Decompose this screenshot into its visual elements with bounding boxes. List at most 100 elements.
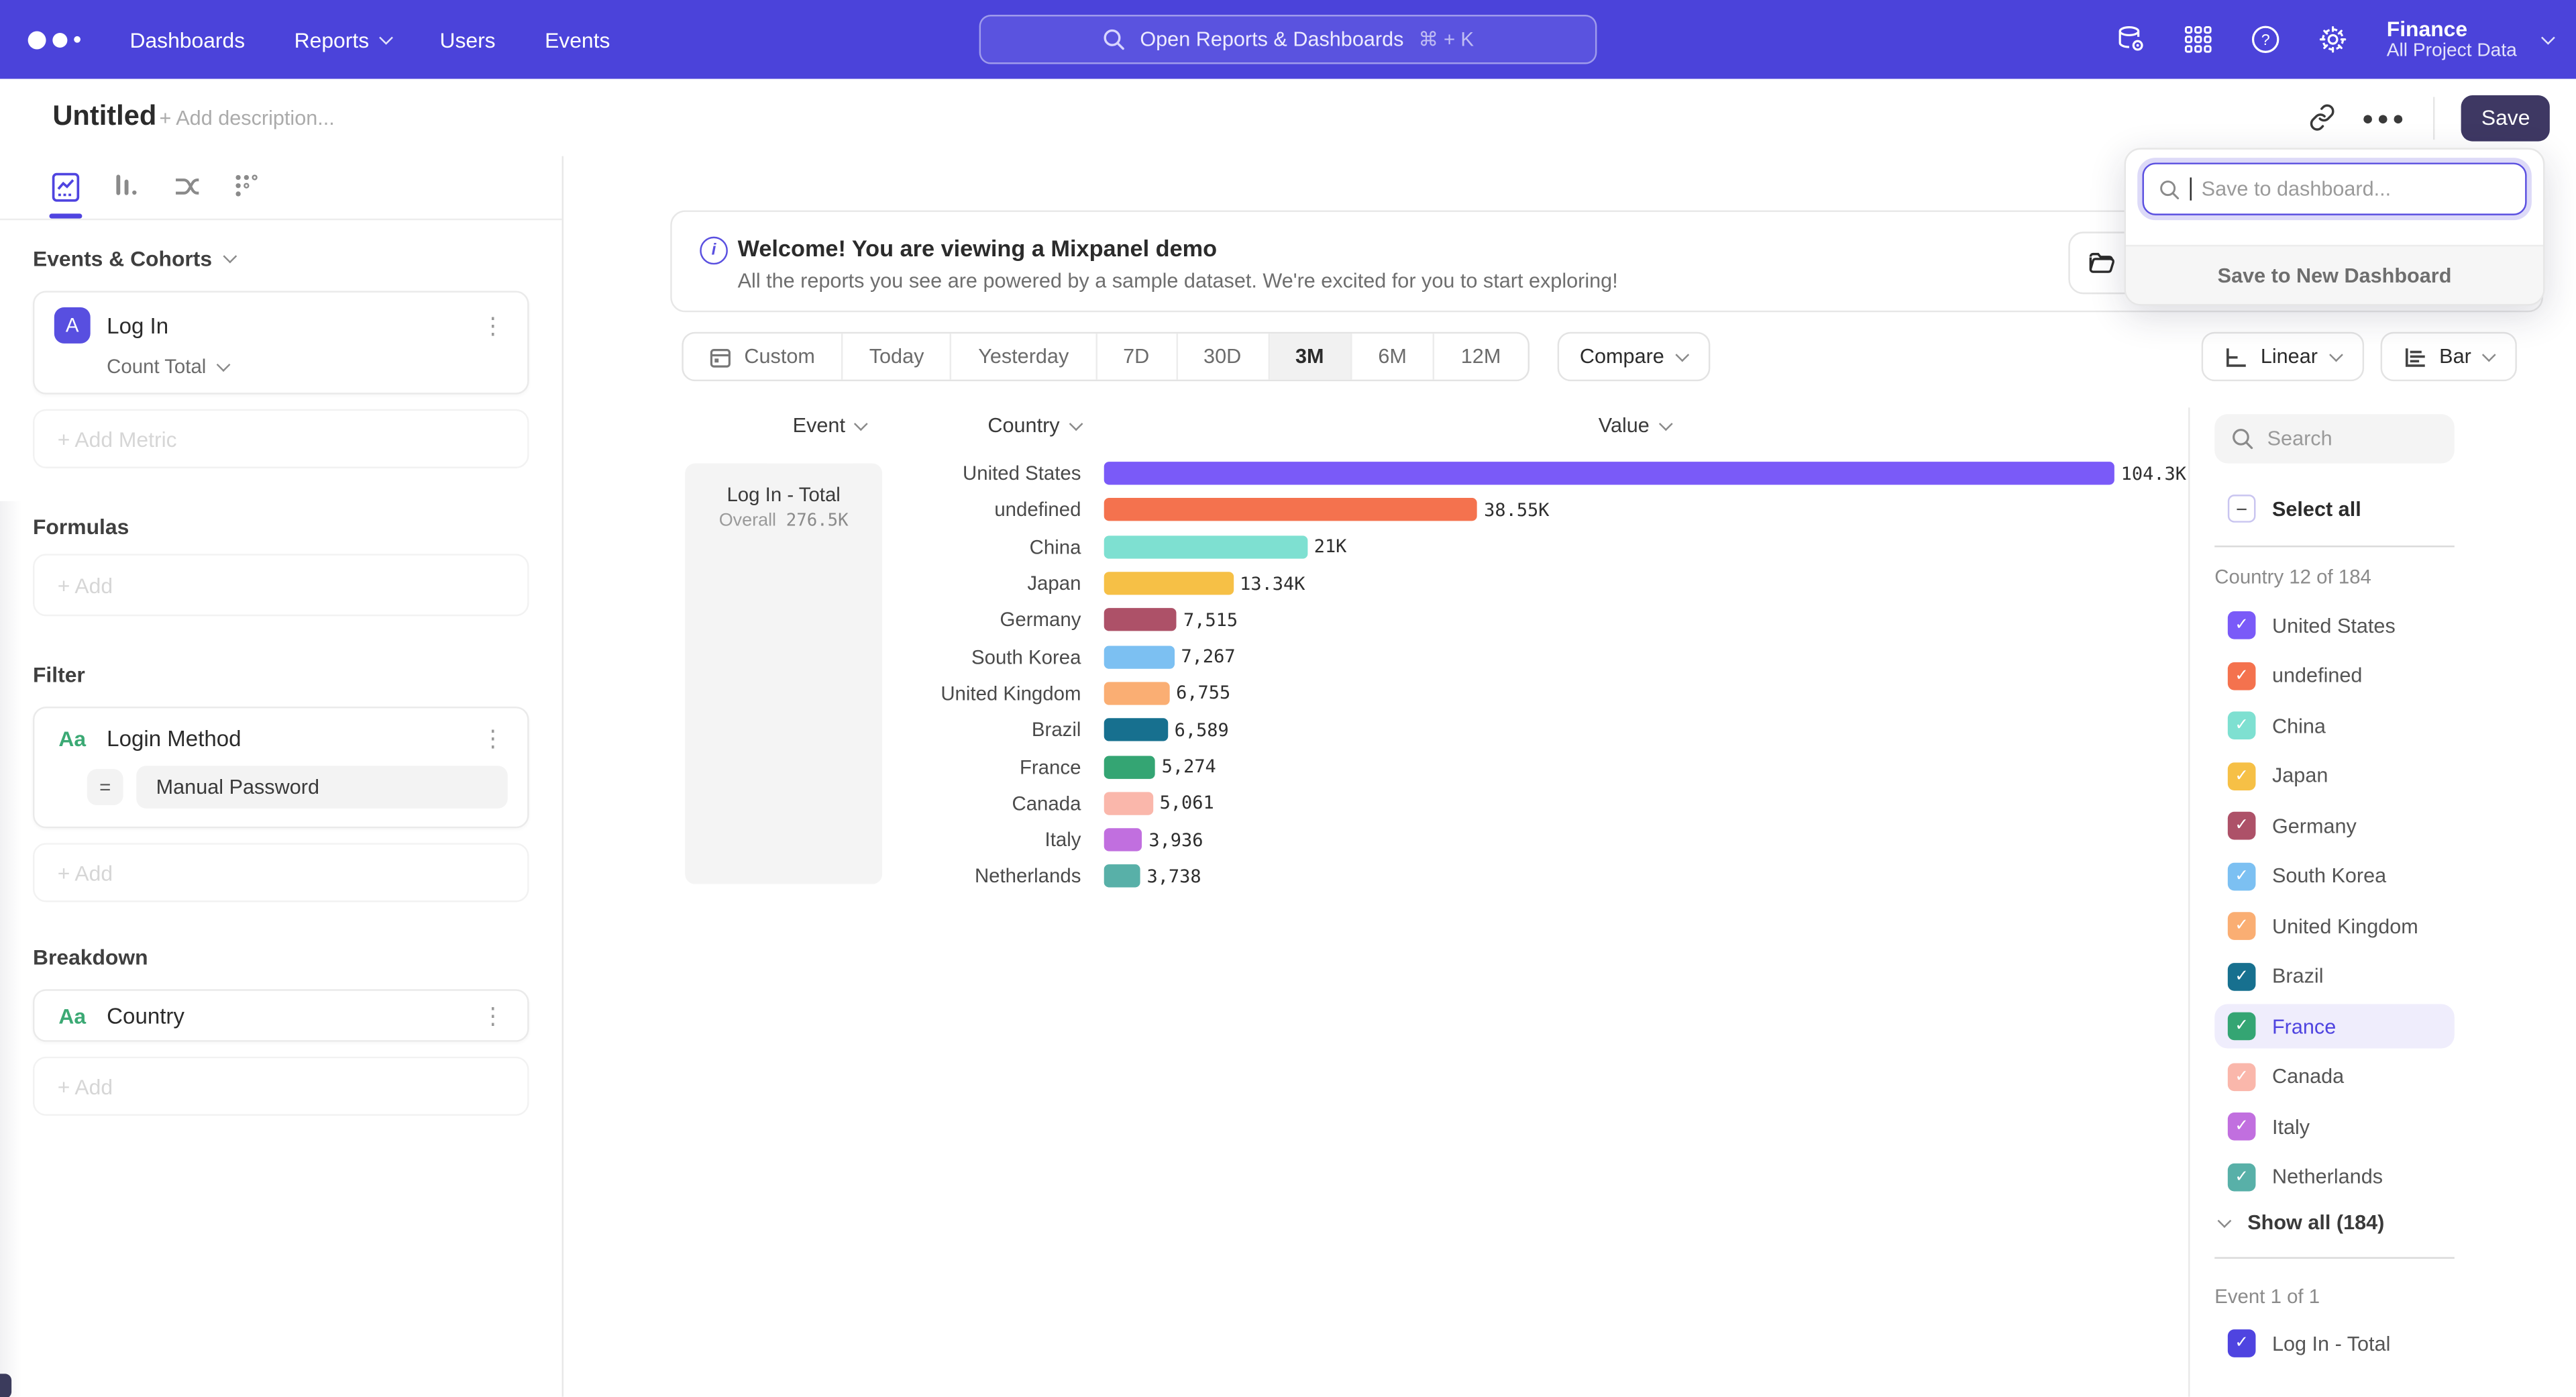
flows-tab[interactable] (171, 171, 204, 204)
chart-row-italy[interactable]: Italy3,936 (887, 821, 2188, 858)
date-range-6m[interactable]: 6M (1352, 333, 1434, 380)
date-range-3m[interactable]: 3M (1269, 333, 1352, 380)
country-row-china[interactable]: ✓China (2214, 703, 2455, 747)
column-header-country[interactable]: Country (887, 414, 1081, 437)
chart-row-canada[interactable]: Canada5,061 (887, 785, 2188, 822)
breakdown-card[interactable]: Aa Country ⋮ (33, 989, 529, 1041)
chart-type-dropdown[interactable]: Bar (2380, 332, 2517, 381)
chart-row-south-korea[interactable]: South Korea7,267 (887, 638, 2188, 675)
chart-row-france[interactable]: France5,274 (887, 748, 2188, 785)
country-checkbox-south-korea[interactable]: ✓ (2228, 862, 2256, 890)
chart-row-united-states[interactable]: United States104.3K (887, 455, 2188, 492)
bar-netherlands[interactable] (1104, 865, 1140, 888)
add-metric-button[interactable]: + Add Metric (33, 409, 529, 468)
country-row-united-states[interactable]: ✓United States (2214, 603, 2455, 648)
bar-france[interactable] (1104, 755, 1155, 778)
country-checkbox-netherlands[interactable]: ✓ (2228, 1163, 2256, 1191)
events-section-header[interactable]: Events & Cohorts (33, 246, 529, 271)
country-row-germany[interactable]: ✓Germany (2214, 804, 2455, 848)
country-checkbox-germany[interactable]: ✓ (2228, 812, 2256, 840)
series-search-input[interactable]: Search (2214, 414, 2455, 463)
country-checkbox-italy[interactable]: ✓ (2228, 1113, 2256, 1141)
copy-link-button[interactable] (2308, 103, 2336, 132)
country-checkbox-brazil[interactable]: ✓ (2228, 962, 2256, 990)
compare-button[interactable]: Compare (1557, 332, 1711, 381)
date-range-custom[interactable]: Custom (684, 333, 843, 380)
country-checkbox-canada[interactable]: ✓ (2228, 1062, 2256, 1090)
save-to-new-dashboard-button[interactable]: Save to New Dashboard (2126, 245, 2543, 304)
apps-grid-button[interactable] (2180, 21, 2216, 58)
project-switcher[interactable]: Finance All Project Data (2387, 16, 2553, 62)
save-to-dashboard-input[interactable]: Save to dashboard... (2142, 162, 2526, 215)
retention-tab[interactable] (231, 171, 264, 204)
nav-item-events[interactable]: Events (545, 27, 610, 52)
save-button[interactable]: Save (2461, 95, 2549, 141)
bar-canada[interactable] (1104, 792, 1153, 815)
kebab-menu-icon[interactable]: ⋮ (478, 723, 508, 753)
event-series-checkbox[interactable]: ✓ (2228, 1329, 2256, 1357)
chart-row-united-kingdom[interactable]: United Kingdom6,755 (887, 675, 2188, 712)
country-row-brazil[interactable]: ✓Brazil (2214, 954, 2455, 998)
select-all-checkbox[interactable]: − (2228, 495, 2256, 523)
breakdown-property-name[interactable]: Country (107, 1003, 462, 1028)
add-description-field[interactable]: + Add description... (160, 107, 335, 130)
bar-united-kingdom[interactable] (1104, 682, 1170, 705)
country-checkbox-france[interactable]: ✓ (2228, 1013, 2256, 1041)
chart-row-undefined[interactable]: undefined38.55K (887, 492, 2188, 529)
bar-china[interactable] (1104, 535, 1307, 558)
country-row-canada[interactable]: ✓Canada (2214, 1054, 2455, 1098)
select-all-row[interactable]: − Select all (2214, 486, 2455, 531)
data-management-button[interactable] (2112, 21, 2149, 58)
add-formula-button[interactable]: + Add (33, 554, 529, 616)
metric-card[interactable]: A Log In ⋮ Count Total (33, 291, 529, 394)
event-series-row[interactable]: ✓ Log In - Total (2214, 1321, 2455, 1365)
chart-row-japan[interactable]: Japan13.34K (887, 565, 2188, 602)
country-row-japan[interactable]: ✓Japan (2214, 754, 2455, 798)
add-breakdown-button[interactable]: + Add (33, 1057, 529, 1116)
country-checkbox-japan[interactable]: ✓ (2228, 762, 2256, 790)
chart-row-netherlands[interactable]: Netherlands3,738 (887, 858, 2188, 895)
filter-card[interactable]: Aa Login Method ⋮ = Manual Password (33, 707, 529, 828)
filter-value-field[interactable]: Manual Password (136, 766, 507, 809)
funnels-tab[interactable] (110, 171, 143, 204)
chart-row-germany[interactable]: Germany7,515 (887, 602, 2188, 639)
more-options-button[interactable]: ●●● (2362, 106, 2408, 129)
date-range-12m[interactable]: 12M (1435, 333, 1527, 380)
bar-undefined[interactable] (1104, 499, 1478, 521)
help-button[interactable]: ? (2247, 21, 2284, 58)
column-header-value[interactable]: Value (1104, 414, 2165, 437)
country-checkbox-united-states[interactable]: ✓ (2228, 611, 2256, 639)
mixpanel-logo[interactable] (28, 30, 80, 48)
chart-row-china[interactable]: China21K (887, 529, 2188, 566)
event-series-panel[interactable]: Log In - Total Overall 276.5K (685, 464, 882, 884)
settings-gear-button[interactable] (2314, 21, 2351, 58)
report-title[interactable]: Untitled (52, 100, 156, 133)
country-row-united-kingdom[interactable]: ✓United Kingdom (2214, 904, 2455, 948)
chart-scale-dropdown[interactable]: Linear (2202, 332, 2364, 381)
country-checkbox-china[interactable]: ✓ (2228, 711, 2256, 739)
bar-south-korea[interactable] (1104, 645, 1175, 668)
metric-event-name[interactable]: Log In (107, 313, 462, 338)
bar-germany[interactable] (1104, 609, 1177, 631)
country-row-south-korea[interactable]: ✓South Korea (2214, 853, 2455, 898)
bar-united-states[interactable] (1104, 462, 2114, 485)
bar-italy[interactable] (1104, 829, 1142, 851)
country-row-france[interactable]: ✓France (2214, 1004, 2455, 1048)
insights-tab[interactable] (49, 171, 82, 204)
date-range-30d[interactable]: 30D (1177, 333, 1269, 380)
filter-property-name[interactable]: Login Method (107, 725, 462, 750)
country-row-netherlands[interactable]: ✓Netherlands (2214, 1154, 2455, 1198)
date-range-7d[interactable]: 7D (1097, 333, 1177, 380)
chart-row-brazil[interactable]: Brazil6,589 (887, 712, 2188, 749)
country-row-undefined[interactable]: ✓undefined (2214, 653, 2455, 697)
kebab-menu-icon[interactable]: ⋮ (478, 1000, 508, 1030)
country-row-italy[interactable]: ✓Italy (2214, 1104, 2455, 1149)
bar-brazil[interactable] (1104, 719, 1168, 741)
country-checkbox-united-kingdom[interactable]: ✓ (2228, 912, 2256, 940)
metric-aggregation-selector[interactable]: Count Total (107, 355, 508, 378)
country-checkbox-undefined[interactable]: ✓ (2228, 662, 2256, 690)
show-all-toggle[interactable]: Show all (184) (2220, 1211, 2385, 1234)
kebab-menu-icon[interactable]: ⋮ (478, 311, 508, 340)
nav-item-reports[interactable]: Reports (294, 27, 390, 52)
date-range-today[interactable]: Today (843, 333, 953, 380)
